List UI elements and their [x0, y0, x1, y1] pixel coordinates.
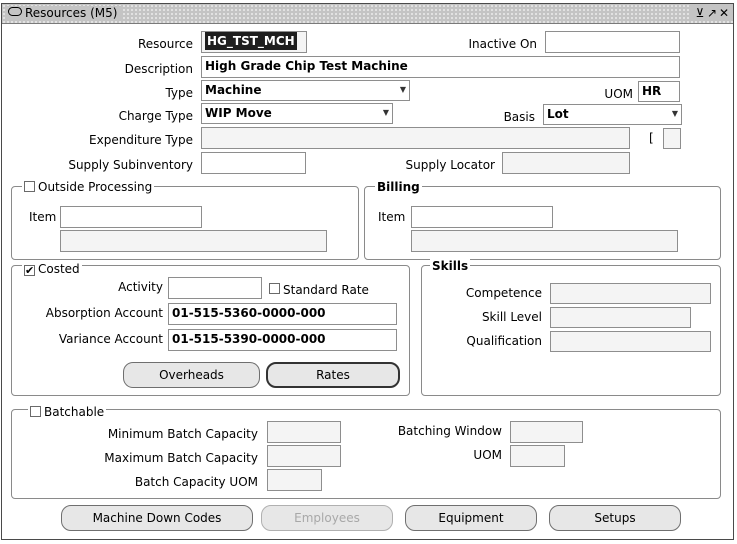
charge-type-select[interactable]: WIP Move ▼	[201, 103, 393, 124]
max-batch-capacity-label: Maximum Batch Capacity	[104, 451, 258, 465]
overheads-button[interactable]: Overheads	[123, 362, 260, 388]
description-field[interactable]: High Grade Chip Test Machine	[201, 56, 680, 78]
billing-item-field[interactable]	[411, 206, 553, 228]
outside-item-description[interactable]	[60, 230, 327, 252]
expenditure-type-field[interactable]	[201, 127, 630, 149]
uom-label: UOM	[604, 87, 633, 101]
employees-button[interactable]: Employees	[261, 505, 393, 531]
supply-subinventory-label: Supply Subinventory	[68, 158, 193, 172]
equipment-button[interactable]: Equipment	[405, 505, 537, 531]
type-label: Type	[165, 86, 193, 100]
skill-level-label: Skill Level	[481, 310, 542, 324]
variance-account-field[interactable]: 01-515-5390-0000-000	[168, 329, 397, 351]
inactive-on-label: Inactive On	[468, 37, 537, 51]
batching-window-field[interactable]	[510, 421, 583, 443]
rates-button[interactable]: Rates	[266, 362, 400, 388]
type-value: Machine	[205, 83, 262, 97]
type-select[interactable]: Machine ▼	[201, 80, 410, 101]
min-batch-capacity-field[interactable]	[267, 421, 341, 443]
setups-button[interactable]: Setups	[549, 505, 681, 531]
dff-bracket: [	[649, 131, 654, 145]
chevron-down-icon[interactable]: ▼	[400, 81, 406, 99]
outside-item-field[interactable]	[60, 206, 202, 228]
charge-type-value: WIP Move	[205, 106, 272, 120]
batching-window-label: Batching Window	[397, 424, 502, 438]
batchable-checkbox[interactable]	[30, 406, 41, 417]
basis-label: Basis	[503, 110, 535, 124]
chevron-down-icon[interactable]: ▼	[383, 104, 389, 122]
batch-capacity-uom-label: Batch Capacity UOM	[134, 475, 258, 489]
min-batch-capacity-label: Minimum Batch Capacity	[107, 427, 258, 441]
qualification-label: Qualification	[466, 334, 542, 348]
batch-uom-label: UOM	[473, 448, 502, 462]
resource-label: Resource	[137, 37, 193, 51]
close-icon[interactable]: ✕	[718, 5, 730, 21]
window-title: Resources (M5)	[6, 6, 124, 21]
activity-field[interactable]	[168, 277, 262, 299]
skill-level-field[interactable]	[550, 307, 691, 328]
standard-rate-checkbox[interactable]	[269, 283, 280, 294]
outside-item-label: Item	[29, 210, 57, 224]
qualification-field[interactable]	[550, 331, 711, 352]
window-menu-icon[interactable]	[8, 7, 22, 16]
dff-field[interactable]	[663, 128, 681, 149]
batchable-text: Batchable	[44, 405, 105, 419]
maximize-icon[interactable]: ↗	[706, 5, 718, 21]
basis-value: Lot	[547, 107, 569, 121]
costed-checkbox[interactable]: ✔	[24, 265, 35, 276]
standard-rate-label: Standard Rate	[283, 283, 369, 297]
chevron-down-icon[interactable]: ▼	[672, 105, 678, 123]
resource-value: HG_TST_MCH	[205, 32, 297, 50]
max-batch-capacity-field[interactable]	[267, 445, 341, 467]
window-controls: ⊻ ↗ ✕	[691, 5, 733, 21]
minimize-icon[interactable]: ⊻	[694, 5, 706, 21]
competence-label: Competence	[465, 286, 542, 300]
costed-text: Costed	[38, 262, 80, 276]
variance-account-label: Variance Account	[58, 332, 163, 346]
batchable-title: Batchable	[28, 405, 107, 419]
supply-locator-field[interactable]	[502, 152, 630, 174]
billing-title: Billing	[375, 180, 422, 194]
skills-title: Skills	[430, 259, 471, 273]
competence-field[interactable]	[550, 283, 711, 304]
batch-capacity-uom-field[interactable]	[267, 469, 322, 491]
charge-type-label: Charge Type	[118, 109, 193, 123]
outside-processing-checkbox[interactable]	[24, 181, 35, 192]
outside-processing-text: Outside Processing	[38, 180, 153, 194]
absorption-account-label: Absorption Account	[45, 306, 163, 320]
basis-select[interactable]: Lot ▼	[543, 104, 682, 125]
billing-item-description[interactable]	[411, 230, 678, 252]
inactive-on-field[interactable]	[545, 31, 680, 53]
costed-title: ✔ Costed	[22, 262, 82, 276]
outside-processing-title: Outside Processing	[22, 180, 155, 194]
uom-field[interactable]: HR	[638, 81, 680, 102]
billing-item-label: Item	[378, 210, 406, 224]
window-title-text: Resources (M5)	[25, 6, 118, 20]
machine-down-codes-button[interactable]: Machine Down Codes	[61, 505, 253, 531]
resource-field[interactable]: HG_TST_MCH	[201, 31, 307, 53]
description-label: Description	[124, 62, 193, 76]
absorption-account-field[interactable]: 01-515-5360-0000-000	[168, 303, 397, 325]
expenditure-type-label: Expenditure Type	[89, 133, 193, 147]
batch-uom-field[interactable]	[510, 445, 565, 467]
supply-locator-label: Supply Locator	[405, 158, 495, 172]
supply-subinventory-field[interactable]	[201, 152, 306, 174]
title-bar: Resources (M5) ⊻ ↗ ✕	[2, 4, 733, 24]
activity-label: Activity	[118, 280, 163, 294]
